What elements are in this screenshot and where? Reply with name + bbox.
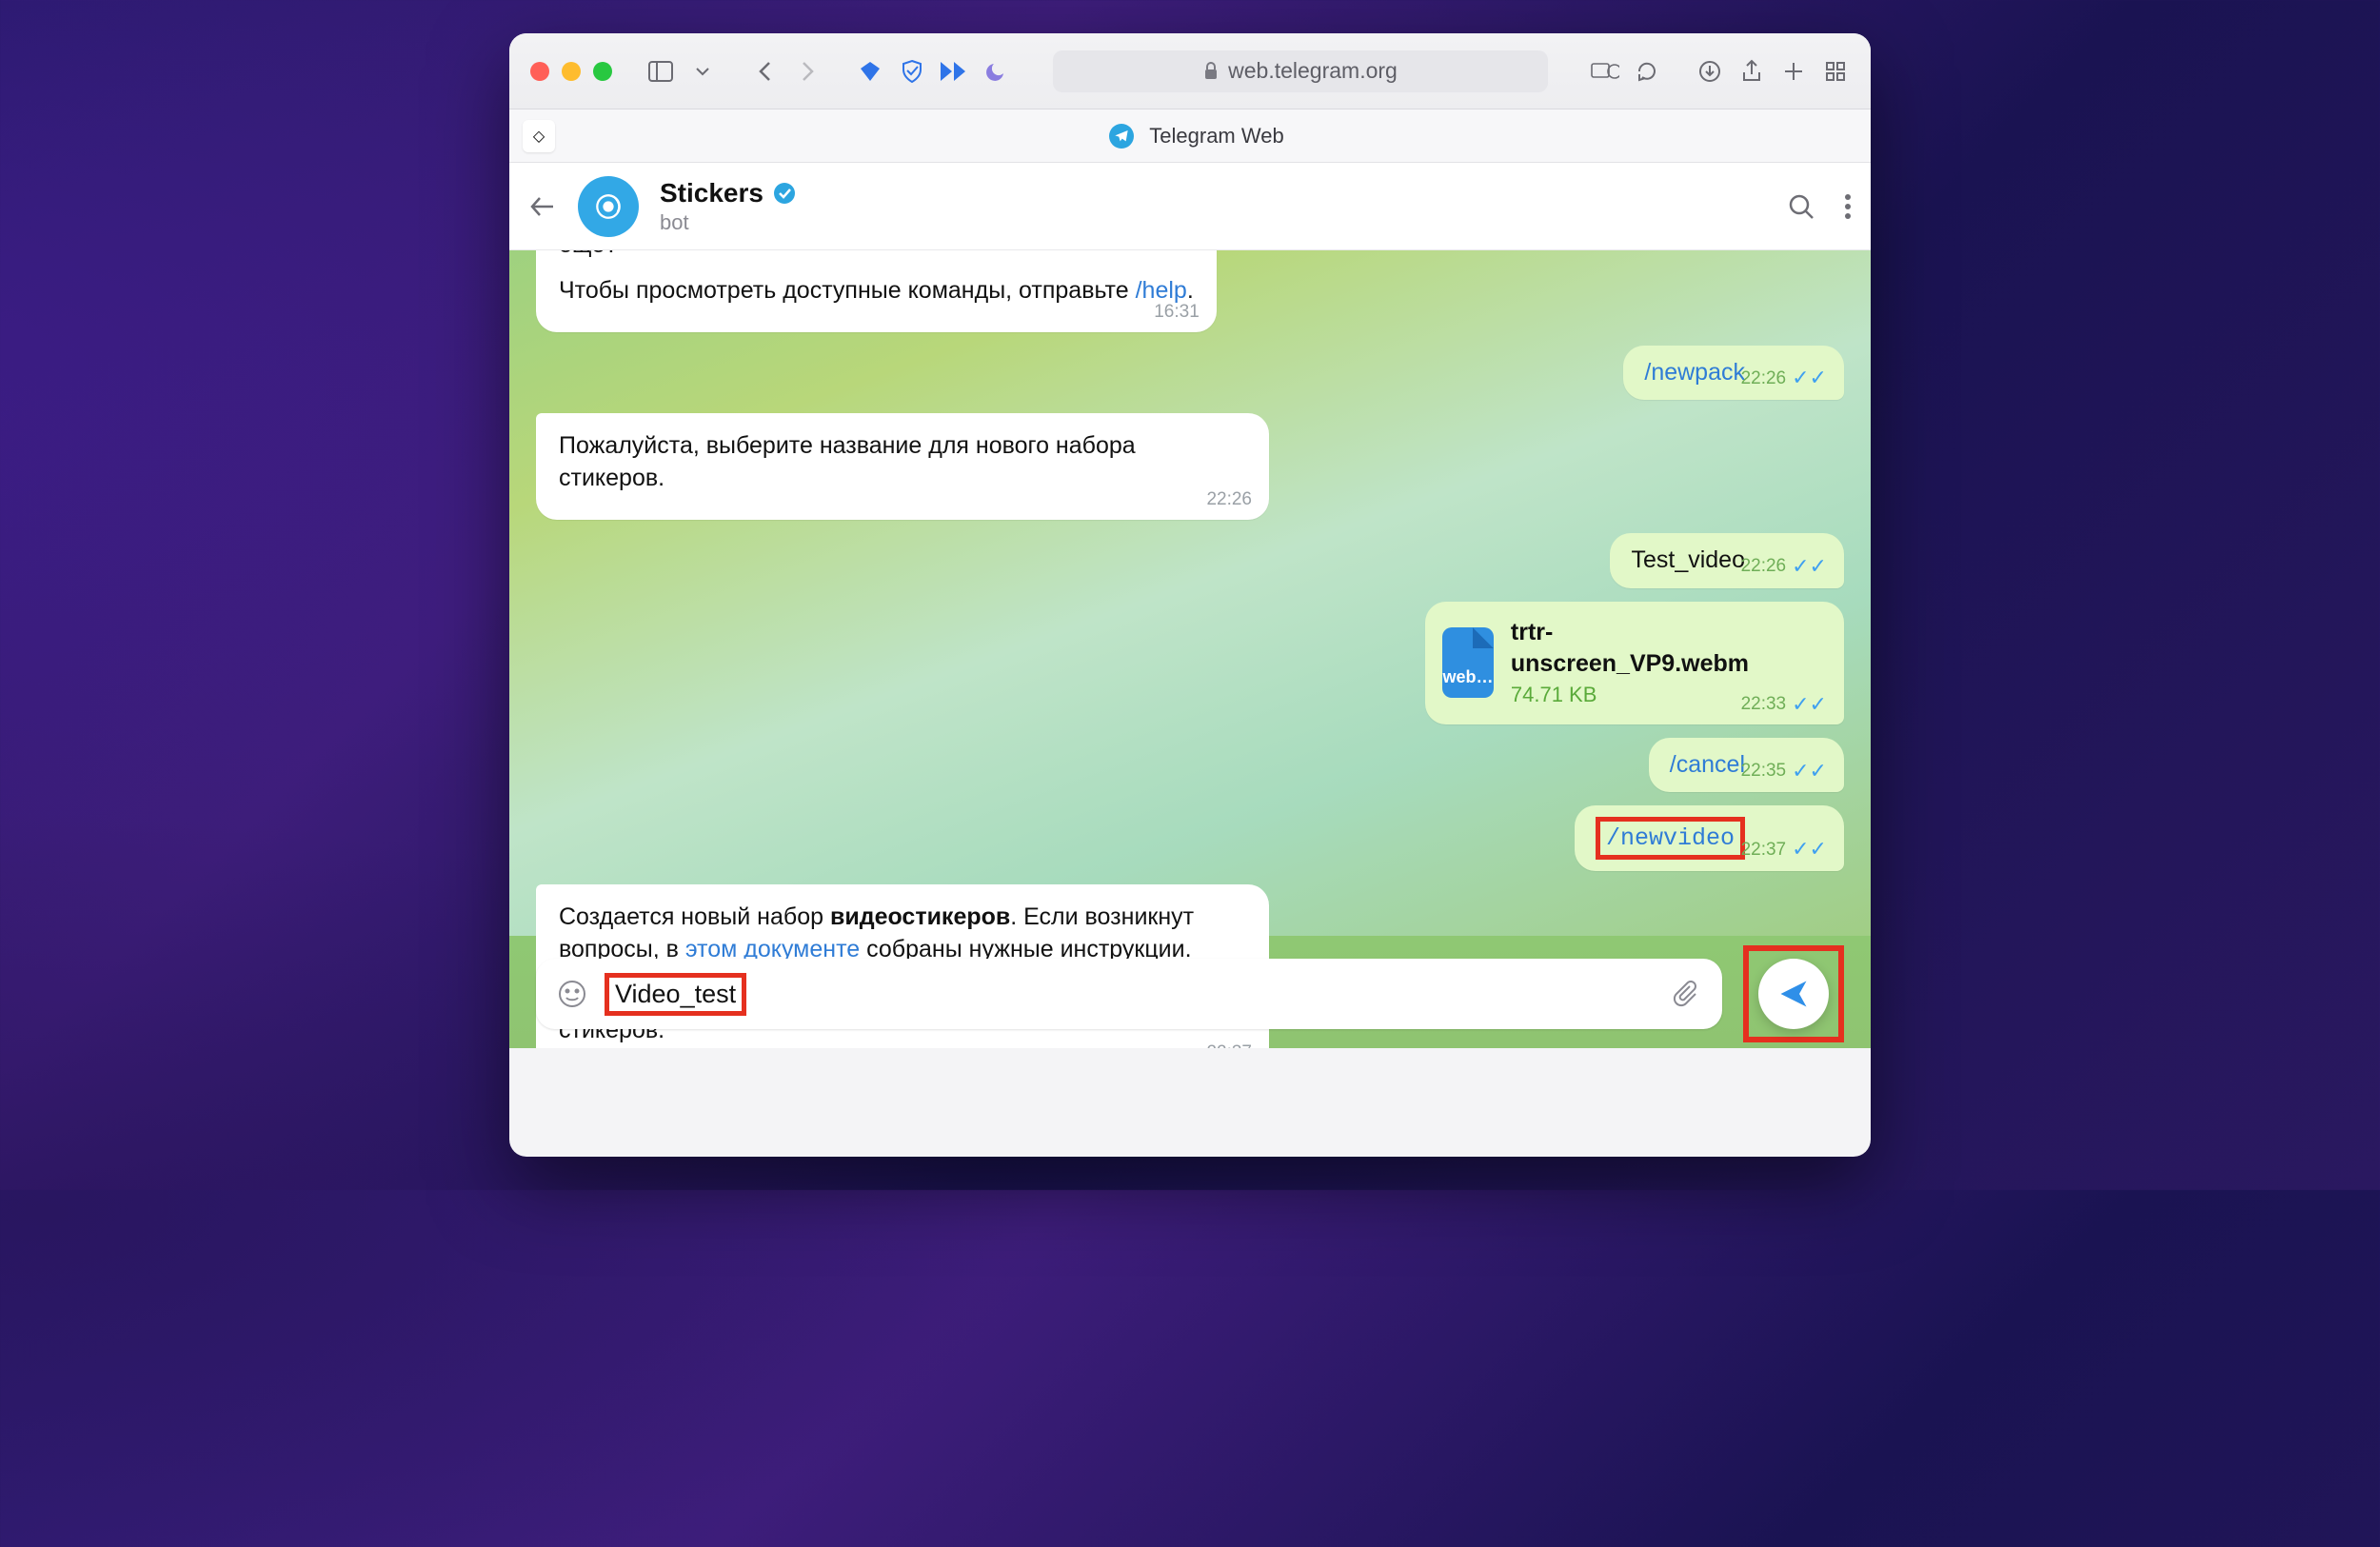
message-text: Чтобы просмотреть доступные команды, отп…: [559, 277, 1136, 304]
highlight-box: /newvideo: [1596, 817, 1745, 860]
message-outgoing[interactable]: /newvideo 22:37✓✓: [1575, 805, 1844, 871]
telegram-icon: [1109, 124, 1134, 149]
close-window-button[interactable]: [530, 62, 549, 81]
extension-diamond-icon[interactable]: [856, 57, 884, 86]
sidebar-toggle-icon[interactable]: [646, 57, 675, 86]
chevron-down-icon[interactable]: [688, 57, 717, 86]
reader-icon[interactable]: [1591, 57, 1619, 86]
browser-window: web.telegram.org ◇ Telegram Web: [509, 33, 1871, 1157]
message-outgoing-file[interactable]: web… trtr-unscreen_VP9.webm 74.71 KB 22:…: [1425, 602, 1844, 724]
extension-skip-icon[interactable]: [940, 57, 968, 86]
message-time: 22:26✓✓: [1741, 554, 1827, 579]
message-text: Пожалуйста, выберите название для нового…: [559, 432, 1136, 491]
address-url: web.telegram.org: [1228, 58, 1398, 84]
back-button[interactable]: [528, 192, 557, 221]
message-time: 22:37✓✓: [1741, 838, 1827, 863]
new-tab-icon[interactable]: [1779, 57, 1808, 86]
message-time: 16:31: [1154, 300, 1200, 325]
fullscreen-window-button[interactable]: [593, 62, 612, 81]
chat-title-block[interactable]: Stickers bot: [660, 178, 796, 235]
chat-name: Stickers: [660, 178, 764, 208]
message-time: 22:33✓✓: [1741, 692, 1827, 717]
extension-moon-icon[interactable]: [982, 57, 1010, 86]
read-check-icon: ✓✓: [1792, 839, 1827, 860]
command-link[interactable]: /newpack: [1644, 359, 1745, 386]
message-incoming[interactable]: ещё? Чтобы просмотреть доступные команды…: [536, 250, 1217, 332]
message-text: ещё?: [559, 250, 618, 258]
file-name: trtr-unscreen_VP9.webm: [1511, 617, 1749, 682]
message-time: 22:35✓✓: [1741, 759, 1827, 783]
nav-forward-button[interactable]: [793, 57, 822, 86]
message-text-bold: видеостикеров: [830, 903, 1010, 930]
verified-badge-icon: [773, 182, 796, 205]
file-size: 74.71 KB: [1511, 681, 1749, 709]
message-text: Создается новый набор: [559, 903, 830, 930]
reload-icon[interactable]: [1633, 57, 1661, 86]
tab-title[interactable]: Telegram Web: [1149, 124, 1283, 149]
browser-toolbar: web.telegram.org: [509, 33, 1871, 109]
message-input-bar: Video_test: [536, 959, 1722, 1029]
message-outgoing[interactable]: /cancel 22:35✓✓: [1649, 738, 1844, 793]
read-check-icon: ✓✓: [1792, 761, 1827, 782]
lock-icon: [1203, 62, 1219, 81]
chat-subtitle: bot: [660, 210, 796, 235]
emoji-button[interactable]: [557, 979, 587, 1009]
tab-grid-icon[interactable]: [1821, 57, 1850, 86]
message-text: Test_video: [1631, 546, 1745, 573]
pinned-tab[interactable]: ◇: [523, 120, 555, 152]
read-check-icon: ✓✓: [1792, 367, 1827, 388]
minimize-window-button[interactable]: [562, 62, 581, 81]
message-time: 22:26: [1206, 487, 1252, 512]
file-thumb: web…: [1442, 627, 1494, 698]
nav-back-button[interactable]: [751, 57, 780, 86]
more-menu-button[interactable]: [1844, 192, 1852, 221]
address-bar[interactable]: web.telegram.org: [1053, 50, 1548, 92]
share-icon[interactable]: [1737, 57, 1766, 86]
read-check-icon: ✓✓: [1792, 556, 1827, 577]
chat-body: ещё? Чтобы просмотреть доступные команды…: [509, 250, 1871, 1048]
read-check-icon: ✓✓: [1792, 694, 1827, 715]
chat-avatar[interactable]: [578, 176, 639, 237]
command-link[interactable]: /newvideo: [1606, 824, 1735, 852]
highlight-box: Video_test: [605, 973, 746, 1016]
message-input[interactable]: Video_test: [615, 980, 736, 1008]
send-button[interactable]: [1758, 959, 1829, 1029]
composer: Video_test: [509, 940, 1871, 1048]
attach-button[interactable]: [1673, 979, 1701, 1009]
highlight-box: [1743, 945, 1844, 1042]
window-controls: [530, 62, 612, 81]
message-time: 22:26✓✓: [1741, 367, 1827, 391]
message-incoming[interactable]: Пожалуйста, выберите название для нового…: [536, 413, 1269, 520]
extension-shield-icon[interactable]: [898, 57, 926, 86]
command-link[interactable]: /cancel: [1670, 751, 1745, 778]
downloads-icon[interactable]: [1696, 57, 1724, 86]
app-icon: ◇: [533, 127, 545, 146]
search-in-chat-button[interactable]: [1787, 192, 1815, 221]
tab-strip: ◇ Telegram Web: [509, 109, 1871, 163]
message-outgoing[interactable]: /newpack 22:26✓✓: [1623, 346, 1844, 401]
chat-header: Stickers bot: [509, 163, 1871, 250]
message-outgoing[interactable]: Test_video 22:26✓✓: [1610, 533, 1844, 588]
